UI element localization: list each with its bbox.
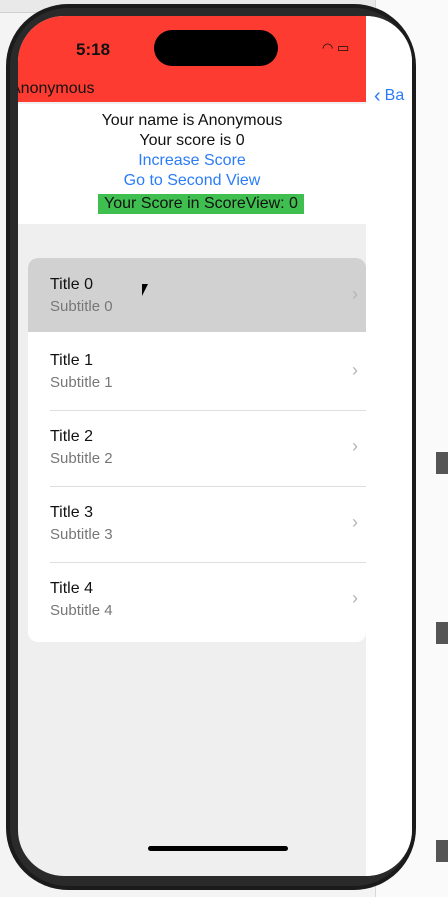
dynamic-island [154,30,278,66]
back-label: Ba [384,87,405,104]
list-item[interactable]: Title 4 Subtitle 4 › [28,562,366,636]
list: Title 0 Subtitle 0 › Title 1 Subtitle 1 … [28,258,366,642]
row-subtitle: Subtitle 2 [50,450,113,467]
list-item[interactable]: Title 3 Subtitle 3 › [28,486,366,560]
wifi-icon: ◠ [322,40,334,55]
row-subtitle: Subtitle 4 [50,602,113,619]
row-title: Title 0 [50,276,93,293]
score-view-label: Your Score in ScoreView: 0 [98,194,304,214]
editor-marker [436,840,448,862]
score-text: Your score is 0 [139,132,245,149]
info-panel: Your name is Anonymous Your score is 0 I… [18,104,366,224]
nav-title: Anonymous [18,80,95,97]
simulator-screen: 5:18 ◠ ▭ Anonymous ‹ Ba Your name is Ano… [18,16,412,876]
chevron-right-icon: › [352,436,358,456]
row-title: Title 1 [50,352,93,369]
chevron-right-icon: › [352,512,358,532]
chevron-left-icon: ‹ [374,85,381,107]
name-text: Your name is Anonymous [101,112,283,129]
list-item[interactable]: Title 2 Subtitle 2 › [28,410,366,484]
battery-icon: ▭ [336,40,350,55]
next-view-peek [366,16,412,876]
mouse-cursor [142,284,154,296]
status-icons: ◠ ▭ [322,40,349,56]
go-second-view-button[interactable]: Go to Second View [18,172,366,190]
row-subtitle: Subtitle 3 [50,526,113,543]
row-subtitle: Subtitle 1 [50,374,113,391]
chevron-right-icon: › [352,588,358,608]
status-time: 5:18 [76,40,111,59]
list-item[interactable]: Title 0 Subtitle 0 › [28,258,366,332]
chevron-right-icon: › [352,360,358,380]
back-button[interactable]: ‹ Ba [374,86,404,106]
row-title: Title 4 [50,580,93,597]
editor-marker [436,452,448,474]
home-indicator[interactable] [148,846,288,851]
list-item[interactable]: Title 1 Subtitle 1 › [28,334,366,408]
editor-marker [436,622,448,644]
chevron-right-icon: › [352,284,358,304]
row-title: Title 3 [50,504,93,521]
row-title: Title 2 [50,428,93,445]
increase-score-button[interactable]: Increase Score [18,152,366,170]
row-subtitle: Subtitle 0 [50,298,113,315]
header-bar: 5:18 ◠ ▭ Anonymous [18,16,366,102]
